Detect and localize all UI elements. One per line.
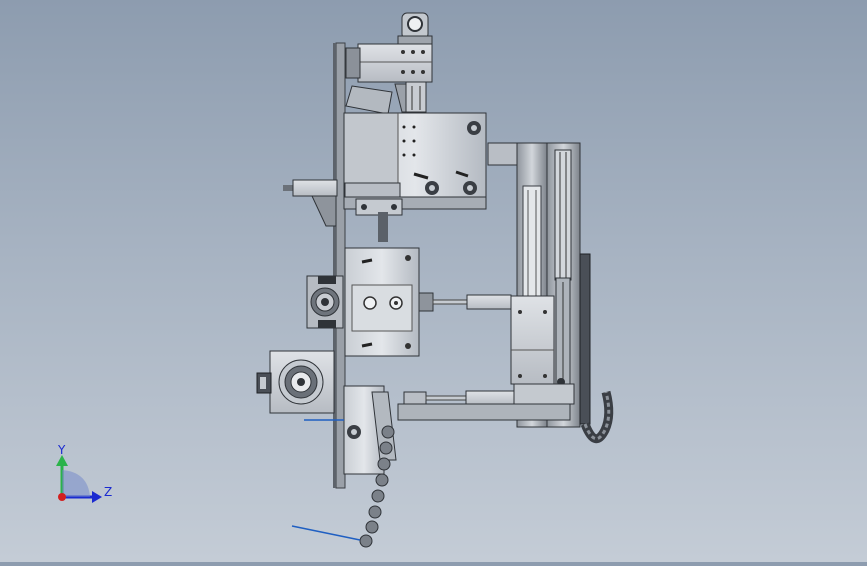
z-axis-arrowhead [92, 491, 102, 503]
sensor-bracket [355, 198, 403, 242]
main-back-plate [333, 42, 346, 489]
middle-rotary-block [344, 247, 420, 357]
cable-energy-chain [579, 253, 614, 444]
top-cylinder-assembly [345, 12, 433, 83]
coordinate-triad: Y Z [56, 443, 112, 503]
middle-gearbox [306, 275, 344, 329]
cad-viewport[interactable]: Y Z [0, 0, 867, 562]
cad-model-view: Y Z [56, 12, 614, 548]
z-axis-label: Z [104, 485, 112, 499]
lower-motor-flange [256, 350, 335, 414]
linkage-arms [345, 81, 427, 115]
y-axis-label: Y [57, 443, 66, 457]
horizontal-cylinders [397, 292, 575, 421]
triad-plane [62, 470, 90, 497]
x-axis-dot [58, 493, 66, 501]
